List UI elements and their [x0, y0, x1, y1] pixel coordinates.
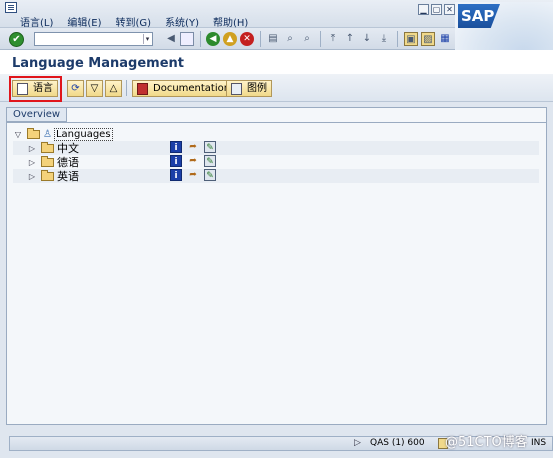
- legend-button-label: 图例: [247, 83, 267, 94]
- folder-icon: [41, 141, 54, 153]
- cancel-icon[interactable]: ✕: [240, 32, 254, 46]
- tree-node-label: 英语: [57, 170, 79, 183]
- layout-menu-icon[interactable]: ▦: [438, 32, 452, 46]
- edit-icon[interactable]: ✎: [204, 169, 216, 181]
- menu-items: 语言(L) 编辑(E) 转到(G) 系统(Y) 帮助(H): [20, 14, 262, 29]
- info-icon[interactable]: i: [170, 141, 182, 153]
- find-next-icon[interactable]: ⌕: [300, 32, 314, 46]
- command-arrow-icon[interactable]: ◀: [164, 32, 178, 46]
- refresh-button[interactable]: ⟳: [67, 80, 84, 97]
- last-page-icon[interactable]: ⤓: [377, 32, 391, 46]
- exit-icon[interactable]: ▲: [223, 32, 237, 46]
- window-controls: ▁ ▢ ✕: [418, 4, 457, 15]
- tree-node-english[interactable]: ▷ 英语 i ➦ ✎: [13, 169, 539, 183]
- tree-root-label: Languages: [53, 127, 113, 141]
- back-icon[interactable]: ◀: [206, 32, 220, 46]
- row-actions: i ➦ ✎: [170, 141, 221, 153]
- expand-toggle-icon[interactable]: ▷: [27, 158, 37, 167]
- status-system: QAS (1) 600: [370, 438, 425, 448]
- row-actions: i ➦ ✎: [170, 155, 221, 167]
- folder-icon: [27, 127, 40, 139]
- expand-button[interactable]: ▽: [86, 80, 103, 97]
- menu-help[interactable]: 帮助(H): [213, 14, 248, 29]
- legend-button[interactable]: 图例: [226, 80, 272, 97]
- overview-panel: Overview ▽ ♙ Languages ▷ 中文 i ➦ ✎ ▷ 德语 i…: [6, 107, 547, 425]
- previous-page-icon[interactable]: ↑: [343, 32, 357, 46]
- info-icon[interactable]: i: [170, 155, 182, 167]
- collapse-toggle-icon[interactable]: ▽: [13, 130, 23, 139]
- status-expand-icon[interactable]: ▷: [354, 438, 361, 448]
- folder-icon: [41, 169, 54, 181]
- menu-goto[interactable]: 转到(G): [116, 14, 152, 29]
- standard-toolbar: ✔ ▾ ◀ ◀ ▲ ✕ ▤ ⌕ ⌕ ⤒ ↑ ↓ ⤓ ▣ ▨ ▦: [0, 28, 455, 50]
- separator: [200, 31, 201, 47]
- assign-icon[interactable]: ➦: [187, 155, 199, 167]
- person-icon: ♙: [43, 128, 52, 140]
- separator: [126, 80, 127, 96]
- save-icon[interactable]: [180, 32, 194, 46]
- documentation-button[interactable]: Documentation: [132, 80, 236, 97]
- assign-icon[interactable]: ➦: [187, 141, 199, 153]
- maximize-button[interactable]: ▢: [431, 4, 442, 15]
- window-menu-icon[interactable]: [5, 2, 17, 13]
- tree-node-german[interactable]: ▷ 德语 i ➦ ✎: [13, 155, 539, 169]
- tab-overview[interactable]: Overview: [7, 108, 68, 122]
- menu-system[interactable]: 系统(Y): [165, 14, 199, 29]
- assign-icon[interactable]: ➦: [187, 169, 199, 181]
- shortcut-icon[interactable]: ▨: [421, 32, 435, 46]
- menu-language[interactable]: 语言(L): [20, 14, 53, 29]
- new-session-icon[interactable]: ▣: [404, 32, 418, 46]
- application-toolbar: 语言 ⟳ ▽ △ Documentation 图例: [0, 74, 553, 102]
- command-field[interactable]: ▾: [34, 32, 153, 46]
- separator: [260, 31, 261, 47]
- page-title: Language Management: [12, 56, 184, 71]
- edit-icon[interactable]: ✎: [204, 155, 216, 167]
- language-tree: ▽ ♙ Languages ▷ 中文 i ➦ ✎ ▷ 德语 i ➦ ✎ ▷ 英语…: [13, 127, 539, 183]
- sap-logo-mark: SAP: [458, 4, 500, 28]
- info-icon[interactable]: i: [170, 169, 182, 181]
- print-icon[interactable]: ▤: [266, 32, 280, 46]
- next-page-icon[interactable]: ↓: [360, 32, 374, 46]
- legend-icon: [231, 82, 242, 95]
- minimize-button[interactable]: ▁: [418, 4, 429, 15]
- folder-icon: [41, 155, 54, 167]
- divider: [7, 122, 546, 123]
- expand-toggle-icon[interactable]: ▷: [27, 144, 37, 153]
- collapse-button[interactable]: △: [105, 80, 122, 97]
- expand-toggle-icon[interactable]: ▷: [27, 172, 37, 181]
- documentation-icon: [137, 82, 148, 95]
- command-history-icon[interactable]: ▾: [143, 34, 151, 44]
- status-mode: INS: [531, 438, 547, 448]
- first-page-icon[interactable]: ⤒: [326, 32, 340, 46]
- watermark: @51CTO博客: [445, 435, 528, 450]
- language-button-highlight: [9, 76, 62, 102]
- tree-node-chinese[interactable]: ▷ 中文 i ➦ ✎: [13, 141, 539, 155]
- separator: [397, 31, 398, 47]
- menu-edit[interactable]: 编辑(E): [67, 14, 101, 29]
- close-button[interactable]: ✕: [444, 4, 455, 15]
- separator: [320, 31, 321, 47]
- documentation-button-label: Documentation: [153, 83, 231, 94]
- find-icon[interactable]: ⌕: [283, 32, 297, 46]
- row-actions: i ➦ ✎: [170, 169, 221, 181]
- tree-root[interactable]: ▽ ♙ Languages: [13, 127, 539, 141]
- title-bar: Language Management: [0, 50, 553, 74]
- enter-icon[interactable]: ✔: [9, 32, 24, 47]
- edit-icon[interactable]: ✎: [204, 141, 216, 153]
